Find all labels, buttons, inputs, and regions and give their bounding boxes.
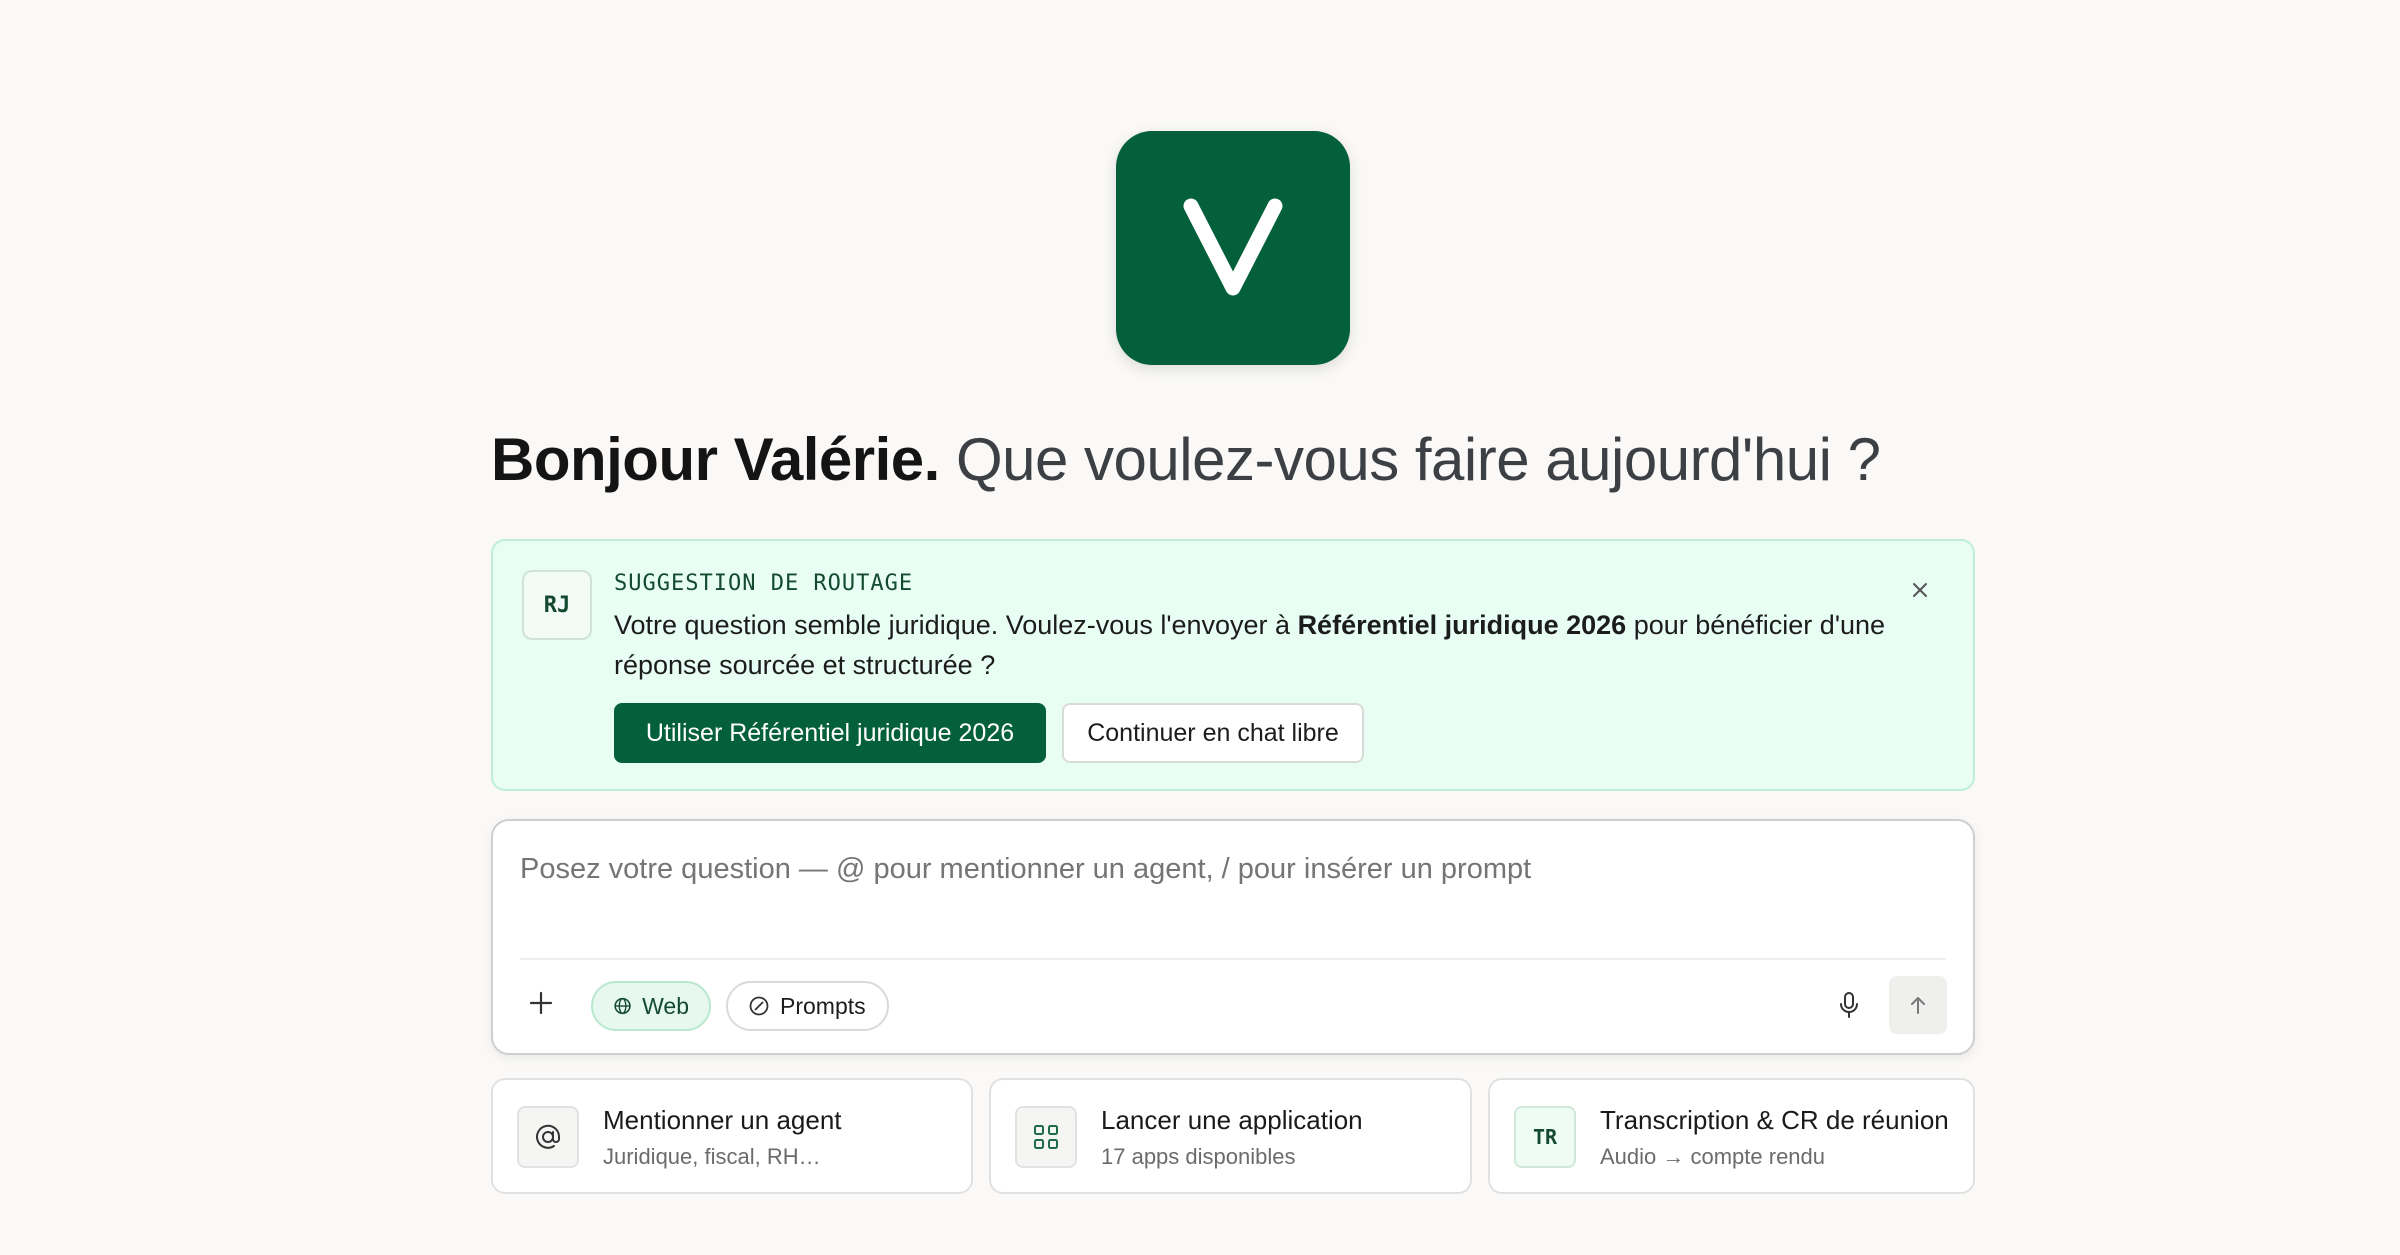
arrow-up-icon [1911, 997, 1925, 1014]
card-subtitle: Audio → compte rendu [1600, 1144, 1826, 1169]
transcription-card[interactable]: TR Transcription & CR de réunion Audio →… [1488, 1078, 1975, 1194]
routing-suggestion-banner: RJ SUGGESTION DE ROUTAGE Votre question … [491, 539, 1975, 791]
prompts-button[interactable]: Prompts [726, 981, 889, 1031]
card-icon-tr: TR [1514, 1106, 1576, 1168]
greeting-hello: Bonjour Valérie. [491, 426, 940, 493]
launch-app-card[interactable]: Lancer une application 17 apps disponibl… [989, 1078, 1472, 1194]
card-icon-box [1015, 1106, 1077, 1168]
suggestion-text-before: Votre question semble juridique. Voulez-… [614, 610, 1298, 640]
use-agent-button[interactable]: Utiliser Référentiel juridique 2026 [614, 703, 1046, 763]
suggestion-tag: SUGGESTION DE ROUTAGE [614, 571, 914, 596]
greeting-question: Que voulez-vous faire aujourd'hui ? [955, 426, 1881, 493]
logo-v-icon [1183, 198, 1283, 296]
at-icon [536, 1124, 561, 1149]
agent-avatar: RJ [522, 570, 592, 640]
compass-icon [749, 996, 769, 1016]
suggestion-agent-name: Référentiel juridique 2026 [1297, 610, 1627, 640]
web-toggle-label: Web [642, 992, 689, 1019]
voice-input-button[interactable] [1829, 985, 1869, 1025]
card-subtitle: 17 apps disponibles [1101, 1144, 1296, 1169]
mention-agent-card[interactable]: Mentionner un agent Juridique, fiscal, R… [491, 1078, 973, 1194]
chat-input[interactable] [520, 849, 1940, 889]
card-title: Transcription & CR de réunion [1600, 1105, 1949, 1135]
add-attachment-button[interactable] [523, 985, 559, 1021]
app-logo [1116, 131, 1350, 365]
card-title: Mentionner un agent [603, 1105, 842, 1135]
chat-composer: Web Prompts [491, 819, 1975, 1055]
send-button[interactable] [1889, 976, 1947, 1034]
card-title: Lancer une application [1101, 1105, 1363, 1135]
card-icon-box [517, 1106, 579, 1168]
page-greeting: Bonjour Valérie. Que voulez-vous faire a… [491, 424, 1881, 496]
composer-divider [520, 958, 1946, 960]
plus-icon [529, 991, 553, 1015]
web-toggle[interactable]: Web [591, 981, 711, 1031]
prompts-button-label: Prompts [780, 992, 866, 1019]
close-icon [1913, 583, 1927, 597]
microphone-icon [1840, 992, 1858, 1018]
globe-icon [614, 997, 631, 1015]
card-subtitle: Juridique, fiscal, RH… [603, 1144, 821, 1169]
grid-icon [1034, 1125, 1058, 1149]
continue-free-chat-button[interactable]: Continuer en chat libre [1062, 703, 1364, 763]
suggestion-text: Votre question semble juridique. Voulez-… [614, 605, 1894, 685]
close-button[interactable] [1907, 577, 1933, 603]
